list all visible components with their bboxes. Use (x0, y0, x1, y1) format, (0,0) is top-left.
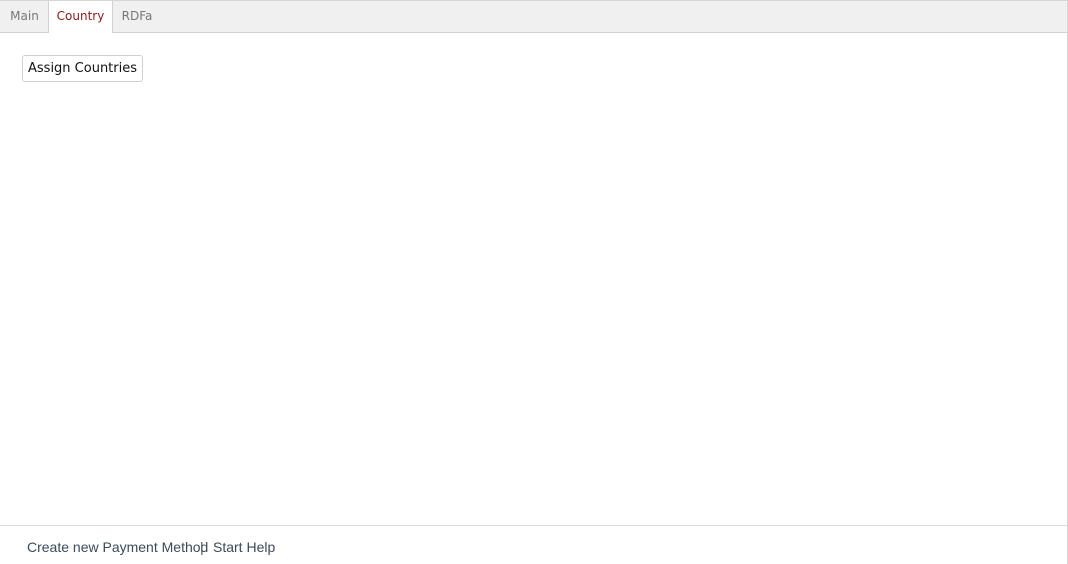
tab-main[interactable]: Main (0, 1, 49, 32)
start-help-link[interactable]: Start Help (213, 539, 275, 555)
page: Main Country RDFa Assign Countries Creat… (0, 0, 1068, 564)
tab-rdfa[interactable]: RDFa (113, 1, 161, 32)
create-payment-method-link[interactable]: Create new Payment Method (27, 539, 208, 555)
footer: Create new Payment Method | Start Help (0, 525, 1067, 564)
assign-countries-button[interactable]: Assign Countries (22, 55, 144, 82)
tab-bar: Main Country RDFa (0, 1, 1067, 33)
tab-country[interactable]: Country (48, 1, 113, 33)
footer-separator: | (200, 539, 204, 555)
